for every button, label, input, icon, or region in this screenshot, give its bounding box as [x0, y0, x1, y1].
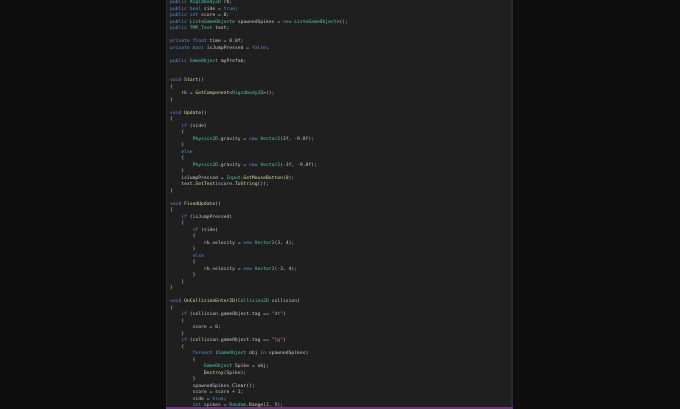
editor-gutter: [166, 0, 167, 409]
code-editor[interactable]: public Rigidbody2D rb; public bool side =…: [166, 0, 513, 409]
editor-scrollbar[interactable]: [511, 0, 513, 409]
code-content[interactable]: public Rigidbody2D rb; public bool side =…: [170, 0, 513, 409]
